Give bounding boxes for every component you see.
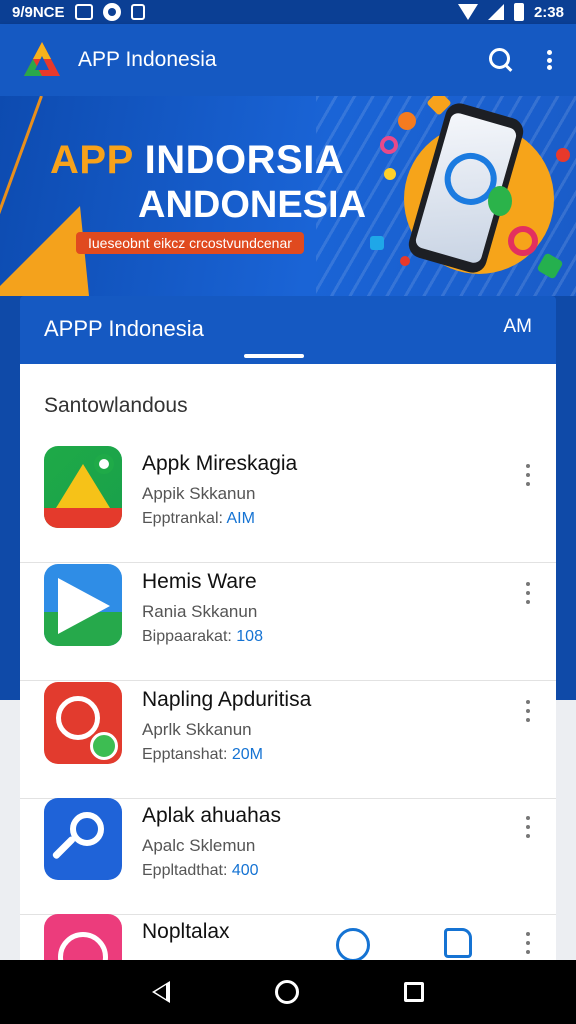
- meta-label: Bippaarakat:: [142, 628, 237, 645]
- app-bar-actions: [488, 47, 554, 73]
- status-right: 2:38: [457, 3, 564, 21]
- list-item[interactable]: Aplak ahuahas Apalc Sklemun Eppltadthat:…: [20, 798, 556, 915]
- decor-dot: [488, 186, 512, 216]
- more-vert-icon[interactable]: [544, 47, 554, 73]
- app-title: APP Indonesia: [78, 48, 217, 71]
- app-name: Appk Mireskagia: [142, 452, 298, 475]
- search-icon[interactable]: [488, 47, 514, 73]
- system-nav-bar: [0, 960, 576, 1024]
- decor-dot: [400, 256, 410, 266]
- meta-value: AIM: [226, 510, 255, 527]
- app-bar: APP Indonesia: [0, 24, 576, 96]
- tab-app-indonesia[interactable]: APPP Indonesia: [44, 316, 204, 342]
- status-time: 2:38: [533, 3, 564, 21]
- status-text: 9/9NCE: [12, 3, 65, 21]
- app-subtitle: Aprlk Skkanun: [142, 720, 252, 739]
- back-icon[interactable]: [152, 981, 171, 1003]
- list-item[interactable]: Nopltalax: [20, 914, 556, 960]
- app-meta: Epptrankal: AIM: [142, 510, 255, 528]
- meta-label: Epptanshat:: [142, 746, 232, 763]
- tab-indicator: [244, 354, 304, 358]
- meta-value: 108: [236, 628, 263, 645]
- app-meta: Bippaarakat: 108: [142, 628, 263, 646]
- recents-icon[interactable]: [403, 982, 424, 1002]
- app-list-card: Santowlandous Appk Mireskagia Appik Skka…: [20, 364, 556, 960]
- thumbs-up-icon[interactable]: [444, 928, 472, 958]
- status-bar: 9/9NCE 2:38: [0, 0, 576, 24]
- signal-icon: [487, 4, 504, 20]
- section-title: Santowlandous: [44, 394, 188, 417]
- tab-secondary[interactable]: AM: [504, 316, 533, 338]
- banner-tagline: Iueseobnt eikcz crcostvundcenar: [76, 232, 304, 254]
- app-subtitle: Appik Skkanun: [142, 484, 256, 503]
- banner-title-line2: ANDONESIA: [138, 184, 367, 226]
- drive-icon: [44, 446, 122, 528]
- app-name: Hemis Ware: [142, 570, 257, 593]
- tab-bar: APPP Indonesia AM: [20, 296, 556, 364]
- item-more-icon[interactable]: [524, 464, 532, 486]
- app-subtitle: Apalc Sklemun: [142, 836, 256, 855]
- decor-dot: [556, 148, 570, 162]
- item-more-icon[interactable]: [524, 582, 532, 604]
- search-app-icon: [44, 798, 122, 880]
- lock-icon: [130, 4, 145, 20]
- sync-icon: [102, 3, 121, 21]
- list-item[interactable]: Hemis Ware Rania Skkanun Bippaarakat: 10…: [20, 564, 556, 681]
- app-logo-icon: [22, 40, 62, 80]
- app-name: Aplak ahuahas: [142, 804, 281, 827]
- item-more-icon[interactable]: [524, 700, 532, 722]
- item-more-icon[interactable]: [524, 816, 532, 838]
- banner-decoration-line: [0, 96, 43, 219]
- gallery-icon: [74, 4, 93, 20]
- app-name: Napling Apduritisa: [142, 688, 312, 711]
- meta-value: 400: [231, 862, 259, 879]
- status-left: 9/9NCE: [12, 3, 145, 21]
- home-icon[interactable]: [274, 980, 299, 1004]
- app-subtitle: Rania Skkanun: [142, 602, 258, 621]
- banner-title-rest: INDORSIA: [133, 138, 345, 182]
- decor-dot: [508, 226, 538, 256]
- app-meta: Epptanshat: 20M: [142, 746, 263, 764]
- promo-banner[interactable]: APP INDORSIA ANDONESIA Iueseobnt eikcz c…: [0, 96, 576, 296]
- decor-dot: [370, 236, 384, 250]
- chat-bubble-icon[interactable]: [336, 928, 370, 960]
- wrench-icon: [44, 682, 122, 764]
- app-name: Nopltalax: [142, 920, 230, 943]
- banner-title-line1: APP INDORSIA: [50, 138, 344, 183]
- chat-app-icon: [44, 914, 122, 960]
- decor-dot: [380, 136, 398, 154]
- list-item[interactable]: Appk Mireskagia Appik Skkanun Epptrankal…: [20, 446, 556, 563]
- meta-label: Eppltadthat:: [142, 862, 232, 879]
- banner-title-accent: APP: [50, 138, 134, 182]
- meta-label: Epptrankal:: [142, 510, 227, 527]
- app-meta: Eppltadthat: 400: [142, 862, 259, 880]
- play-icon: [44, 564, 122, 646]
- decor-dot: [384, 168, 396, 180]
- list-item[interactable]: Napling Apduritisa Aprlk Skkanun Epptans…: [20, 682, 556, 799]
- item-more-icon[interactable]: [524, 932, 532, 954]
- decor-dot: [398, 112, 416, 130]
- meta-value: 20M: [231, 746, 263, 763]
- wifi-icon: [457, 4, 478, 20]
- battery-icon: [513, 3, 524, 21]
